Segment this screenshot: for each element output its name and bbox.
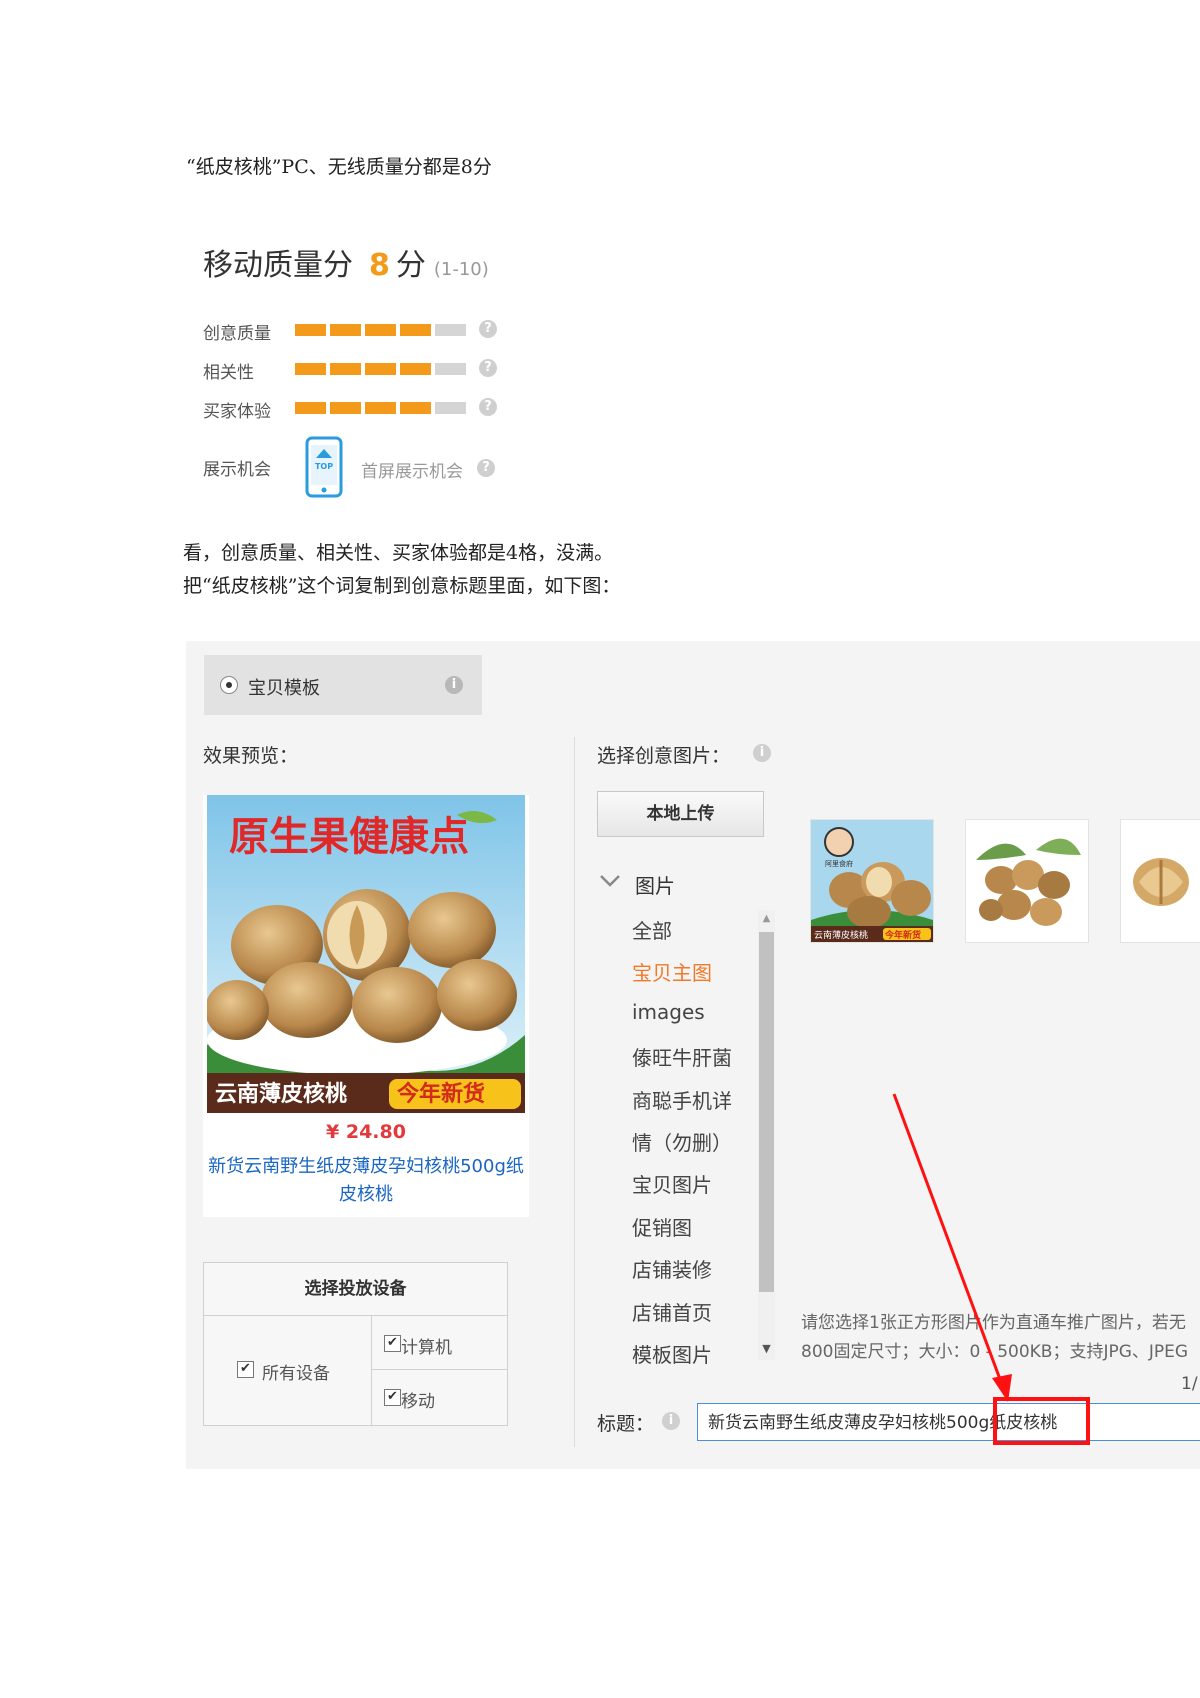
- folder-item[interactable]: 傣旺牛肝菌: [632, 1042, 732, 1071]
- creative-image-thumb-1[interactable]: 阿里食府 云南薄皮核桃 今年新货: [810, 819, 934, 943]
- info-icon[interactable]: i: [662, 1412, 680, 1430]
- chevron-down-icon[interactable]: [599, 873, 621, 889]
- quality-bar-segment: [435, 402, 466, 414]
- template-option[interactable]: 宝贝模板 i: [204, 655, 482, 715]
- folder-scrollbar-thumb[interactable]: [759, 932, 774, 1292]
- preview-label: 效果预览：: [203, 745, 299, 767]
- folder-item[interactable]: 促销图: [632, 1212, 692, 1241]
- device-all-checkbox[interactable]: ✔: [237, 1361, 254, 1378]
- quality-bar-segment: [295, 402, 326, 414]
- device-selection-table: 选择投放设备 ✔ 所有设备 ✔ 计算机 ✔ 移动: [203, 1262, 508, 1426]
- banner-headline: 原生果健康点: [229, 813, 469, 860]
- display-chance-label: 展示机会: [203, 460, 271, 480]
- quality-score-value: 8: [369, 248, 390, 283]
- quality-bar-segment: [330, 324, 361, 336]
- device-mobile-checkbox[interactable]: ✔: [384, 1389, 401, 1406]
- quality-bar-segment: [400, 402, 431, 414]
- phone-top-text: TOP: [315, 462, 333, 471]
- thumb-badge-text: 今年新货: [884, 929, 921, 941]
- banner-tagline: 云南薄皮核桃: [215, 1081, 347, 1107]
- banner-new-badge: 今年新货: [397, 1081, 485, 1107]
- device-mobile-label: 移动: [401, 1392, 435, 1412]
- intro-text: “纸皮核桃”PC、无线质量分都是8分: [186, 156, 492, 178]
- creative-image-thumb-2[interactable]: [965, 819, 1089, 943]
- thumb-logo-text: 阿里食府: [825, 859, 853, 868]
- quality-score-title: 移动质量分: [203, 248, 353, 283]
- template-label: 宝贝模板: [248, 678, 320, 699]
- quality-bars: [295, 363, 466, 375]
- product-title-link[interactable]: 新货云南野生纸皮薄皮孕妇核桃500g纸皮核桃: [203, 1153, 529, 1209]
- folder-item[interactable]: 全部: [632, 915, 672, 944]
- info-icon[interactable]: i: [753, 744, 771, 762]
- quality-bar-segment: [365, 324, 396, 336]
- select-image-label: 选择创意图片：: [597, 745, 731, 767]
- quality-bars: [295, 402, 466, 414]
- quality-bar-segment: [365, 363, 396, 375]
- folder-item[interactable]: 店铺首页: [632, 1297, 712, 1326]
- phone-top-icon: TOP: [305, 436, 343, 498]
- annotation-arrow: [892, 1093, 1012, 1402]
- quality-score-unit: 分: [395, 248, 426, 283]
- thumb-banner-text: 云南薄皮核桃: [814, 929, 868, 941]
- quality-bar-segment: [295, 324, 326, 336]
- scroll-up-icon[interactable]: ▲: [759, 913, 774, 924]
- quality-bar-segment: [435, 324, 466, 336]
- help-icon[interactable]: ?: [479, 320, 497, 338]
- page-indicator: 1/: [1181, 1374, 1198, 1394]
- display-chance-value: 首屏展示机会: [361, 457, 463, 482]
- device-all-label: 所有设备: [262, 1364, 330, 1384]
- quality-bar-segment: [330, 363, 361, 375]
- device-table-divider: [372, 1369, 507, 1370]
- quality-bar-segment: [400, 324, 431, 336]
- device-pc-checkbox[interactable]: ✔: [384, 1335, 401, 1352]
- quality-row-label: 相关性: [203, 363, 254, 383]
- quality-row-label: 买家体验: [203, 402, 271, 422]
- quality-score-range: (1-10): [433, 259, 489, 280]
- quality-bar-segment: [435, 363, 466, 375]
- quality-bar-segment: [400, 363, 431, 375]
- folder-item[interactable]: images: [632, 1000, 705, 1024]
- folder-item[interactable]: 模板图片: [632, 1339, 712, 1368]
- quality-bar-segment: [330, 402, 361, 414]
- folder-item[interactable]: 情（勿删）: [632, 1127, 732, 1156]
- scroll-down-icon[interactable]: ▼: [759, 1342, 774, 1355]
- local-upload-button[interactable]: 本地上传: [597, 791, 764, 837]
- display-chance-text: 首屏展示机会: [361, 462, 463, 482]
- product-price: ¥ 24.80: [326, 1121, 406, 1143]
- paragraph-instruction: 把“纸皮核桃”这个词复制到创意标题里面，如下图：: [183, 575, 621, 597]
- info-icon[interactable]: i: [445, 676, 463, 694]
- folder-root[interactable]: 图片: [635, 870, 675, 899]
- folder-item[interactable]: 商聪手机详: [632, 1085, 732, 1114]
- folder-item[interactable]: 宝贝图片: [632, 1169, 712, 1198]
- creative-image-thumb-3[interactable]: [1120, 819, 1200, 943]
- product-preview-image: 原生果健康点 云南薄皮核桃 今年新货: [205, 795, 525, 1113]
- template-radio[interactable]: [220, 676, 238, 694]
- folder-item[interactable]: 宝贝主图: [632, 957, 712, 986]
- quality-bar-segment: [365, 402, 396, 414]
- paragraph-observation: 看，创意质量、相关性、买家体验都是4格，没满。: [183, 542, 614, 564]
- help-icon[interactable]: ?: [477, 459, 495, 477]
- folder-item[interactable]: 店铺装修: [632, 1254, 712, 1283]
- quality-row-label: 创意质量: [203, 324, 271, 344]
- help-icon[interactable]: ?: [479, 398, 497, 416]
- panel-divider: [574, 737, 575, 1447]
- device-table-divider: [371, 1315, 372, 1425]
- device-pc-label: 计算机: [401, 1338, 452, 1358]
- quality-score-heading: 移动质量分 8 分 (1-10): [203, 240, 489, 284]
- quality-bar-segment: [295, 363, 326, 375]
- device-table-header: 选择投放设备: [204, 1263, 507, 1316]
- title-label: 标题：: [597, 1413, 655, 1435]
- help-icon[interactable]: ?: [479, 359, 497, 377]
- quality-bars: [295, 324, 466, 336]
